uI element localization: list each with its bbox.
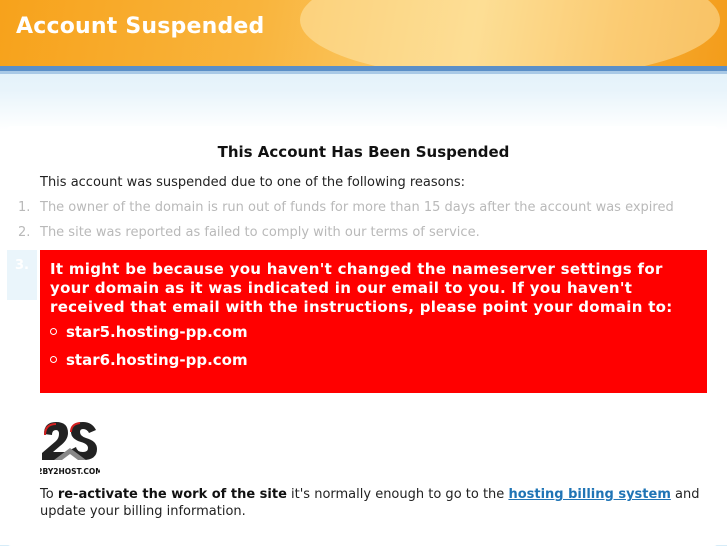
footer-bold: re-activate the work of the site — [57, 487, 287, 502]
header-stripe-light — [0, 71, 727, 74]
2by2host-logo: 2BY2HOST.COM — [40, 422, 100, 476]
header-glow — [300, 0, 720, 66]
footer-prefix: To — [40, 487, 58, 502]
nameserver-list: star5.hosting-pp.com star6.hosting-pp.co… — [50, 323, 697, 369]
reason-number-3: 3. — [15, 258, 29, 273]
reason-text-2: The site was reported as failed to compl… — [40, 225, 480, 240]
reason-item-1: 1. The owner of the domain is run out of … — [18, 200, 674, 215]
circle-bullet-icon — [50, 328, 57, 335]
billing-system-link[interactable]: hosting billing system — [508, 487, 670, 502]
reason-number-1: 1. — [18, 200, 31, 215]
nameserver-2: star6.hosting-pp.com — [66, 351, 248, 369]
footer-middle: it's normally enough to go to the — [286, 487, 509, 502]
alert-message: It might be because you haven't changed … — [50, 260, 673, 316]
intro-text: This account was suspended due to one of… — [40, 175, 466, 190]
reason-text-1: The owner of the domain is run out of fu… — [40, 200, 674, 215]
logo-text: 2BY2HOST.COM — [40, 467, 100, 476]
header-banner: Account Suspended — [0, 0, 727, 66]
footer-text: To re-activate the work of the site it's… — [40, 486, 700, 520]
reason-item-2: 2. The site was reported as failed to com… — [18, 225, 480, 240]
nameserver-1: star5.hosting-pp.com — [66, 323, 248, 341]
reason-item-3: 3. — [7, 250, 37, 300]
nameserver-item: star6.hosting-pp.com — [50, 351, 697, 369]
circle-bullet-icon — [50, 356, 57, 363]
reason-number-2: 2. — [18, 225, 31, 240]
page-title: This Account Has Been Suspended — [217, 143, 510, 161]
nameserver-item: star5.hosting-pp.com — [50, 323, 697, 341]
page-header-title: Account Suspended — [16, 14, 265, 39]
nameserver-alert: It might be because you haven't changed … — [40, 250, 707, 393]
